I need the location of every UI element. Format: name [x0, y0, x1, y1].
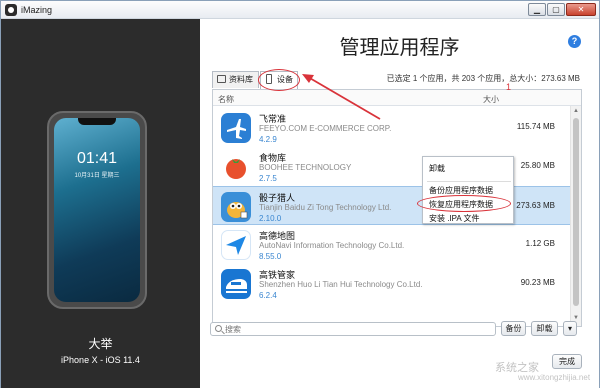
menu-divider: [427, 181, 511, 182]
app-version: 2.10.0: [259, 214, 282, 223]
search-input[interactable]: [225, 324, 485, 335]
list-item[interactable]: 食物库 BOOHEE TECHNOLOGY 2.7.5 25.80 MB: [213, 147, 570, 186]
app-size: 115.74 MB: [516, 122, 555, 131]
backup-button[interactable]: 备份: [501, 321, 526, 336]
app-version: 4.2.9: [259, 135, 277, 144]
maximize-button[interactable]: ▢: [547, 3, 565, 16]
app-icon: [221, 230, 251, 260]
list-item[interactable]: 高德地图 AutoNavi Information Technology Co.…: [213, 225, 570, 264]
watermark-url: www.xitongzhijia.net: [518, 373, 591, 382]
selection-summary: 已选定 1 个应用，共 203 个应用，总大小：273.63 MB: [386, 74, 580, 83]
train-icon: [226, 279, 247, 293]
app-icon: [221, 192, 251, 222]
tab-library[interactable]: 资料库: [212, 71, 259, 88]
close-button[interactable]: ✕: [566, 3, 596, 16]
tomato-icon: [226, 159, 246, 179]
column-size-header[interactable]: 大小: [483, 94, 499, 105]
library-icon: [217, 75, 226, 83]
app-vendor: AutoNavi Information Technology Co.Ltd.: [259, 241, 405, 250]
app-vendor: Tianjin Baidu Zi Tong Technology Ltd.: [259, 203, 392, 212]
column-name-header[interactable]: 名称: [218, 94, 234, 105]
app-vendor: FEEYO.COM E-COMMERCE CORP.: [259, 124, 392, 133]
device-model: iPhone X - iOS 11.4: [61, 355, 140, 365]
phone-notch: [78, 118, 116, 125]
app-version: 8.55.0: [259, 252, 282, 261]
app-icon: [221, 113, 251, 143]
context-menu: 卸载 备份应用程序数据 恢复应用程序数据 安装 .IPA 文件: [422, 156, 514, 224]
device-clock: 01:41: [76, 150, 118, 167]
page-title: 管理应用程序: [339, 37, 460, 59]
minimize-button[interactable]: ▁: [528, 3, 546, 16]
list-item[interactable]: 飞常准 FEEYO.COM E-COMMERCE CORP. 4.2.9 115…: [213, 108, 570, 147]
search-icon: [215, 325, 222, 332]
navigation-arrow-icon: [226, 236, 246, 255]
more-options-button[interactable]: ▾: [563, 321, 577, 336]
airplane-icon: [227, 119, 246, 139]
annotation-number: 1: [506, 82, 512, 92]
imazing-logo-icon: [5, 4, 17, 16]
uninstall-button[interactable]: 卸载: [531, 321, 558, 336]
app-version: 2.7.5: [259, 174, 277, 183]
menu-item-uninstall[interactable]: 卸载: [429, 163, 445, 174]
scroll-up-icon[interactable]: ▲: [573, 108, 579, 114]
done-button[interactable]: 完成: [552, 354, 582, 369]
annotation-circle-restore: [417, 195, 511, 212]
device-screen: 01:41 10月31日 星期三: [54, 118, 140, 302]
dice-hunter-icon: [227, 202, 248, 219]
main-panel: 管理应用程序 ? 资料库 设备 已选定 1 个应用，共 203 个应用，总大小：…: [200, 19, 599, 388]
title-bar: iMazing ▁ ▢ ✕: [1, 1, 599, 19]
annotation-circle-device-tab: [258, 69, 300, 91]
scroll-thumb[interactable]: [573, 118, 579, 306]
device-sidebar: 01:41 10月31日 星期三 大举 iPhone X - iOS 11.4: [1, 19, 200, 388]
device-image: 01:41 10月31日 星期三: [47, 111, 147, 309]
app-icon: [221, 269, 251, 299]
app-vendor: BOOHEE TECHNOLOGY: [259, 163, 352, 172]
list-item[interactable]: 高铁管家 Shenzhen Huo Li Tian Hui Technology…: [213, 264, 570, 303]
app-version: 6.2.4: [259, 291, 277, 300]
list-scrollbar[interactable]: ▲ ▼: [570, 106, 581, 326]
list-item[interactable]: 骰子猎人 Tianjin Baidu Zi Tong Technology Lt…: [213, 186, 570, 225]
search-box[interactable]: [210, 322, 496, 336]
device-name: 大举: [88, 337, 113, 351]
window-title: iMazing: [21, 5, 53, 15]
app-icon: [221, 152, 251, 182]
app-window: iMazing ▁ ▢ ✕ 01:41 10月31日 星期三 大举 iPhone…: [0, 0, 600, 388]
menu-item-install-ipa[interactable]: 安装 .IPA 文件: [429, 213, 480, 224]
tab-library-label: 资料库: [229, 75, 253, 84]
list-header: 名称 大小: [213, 90, 581, 106]
app-size: 90.23 MB: [520, 278, 555, 287]
device-date: 10月31日 星期三: [74, 173, 120, 179]
app-size: 1.12 GB: [525, 239, 555, 248]
app-vendor: Shenzhen Huo Li Tian Hui Technology Co.L…: [259, 280, 423, 289]
help-icon[interactable]: ?: [568, 35, 581, 48]
app-list[interactable]: 名称 大小 飞常准 FEEYO.COM E-COMMERCE CORP. 4.2…: [212, 89, 582, 327]
